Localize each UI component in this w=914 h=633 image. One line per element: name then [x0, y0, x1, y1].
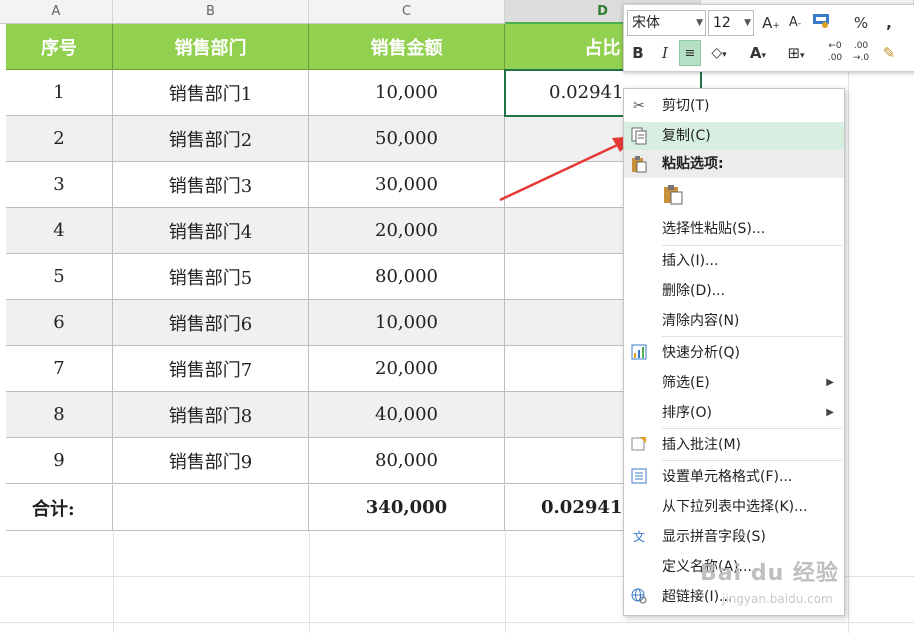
- increase-decimal-icon[interactable]: ←0.00: [824, 40, 846, 66]
- menu-item-insert-comment[interactable]: 插入批注(M): [624, 431, 844, 459]
- fill-color-icon[interactable]: ◇▾: [708, 40, 730, 66]
- comment-icon: [630, 436, 648, 454]
- format-painter-icon[interactable]: ✎: [878, 40, 900, 66]
- increase-font-icon[interactable]: A+: [760, 10, 782, 36]
- menu-item-format-cells[interactable]: 设置单元格格式(F)...: [624, 463, 844, 491]
- percent-button[interactable]: %: [850, 10, 872, 36]
- chevron-right-icon: ▶: [826, 377, 834, 388]
- menu-section-paste-options: 粘贴选项:: [624, 150, 844, 178]
- menu-item-insert[interactable]: 插入(I)...: [624, 247, 844, 275]
- context-menu: ✂ 剪切(T) 复制(C) 粘贴选项: 选择性粘贴(S)... 插入(I)...…: [623, 88, 845, 616]
- watermark-url: jingyan.baidu.com: [722, 592, 833, 606]
- chevron-down-icon: ▼: [744, 18, 751, 28]
- menu-separator: [662, 336, 842, 337]
- align-center-icon[interactable]: ≡: [679, 40, 701, 66]
- menu-item-pick-from-list[interactable]: 从下拉列表中选择(K)...: [624, 493, 844, 521]
- decrease-font-icon[interactable]: A-: [784, 10, 806, 36]
- quick-analysis-icon: [630, 344, 648, 362]
- copy-icon: [630, 127, 648, 145]
- chevron-down-icon: ▼: [696, 18, 703, 28]
- menu-item-sort[interactable]: 排序(O) ▶: [624, 399, 844, 427]
- paste-button[interactable]: [662, 183, 684, 205]
- font-name-value: 宋体: [632, 15, 660, 31]
- format-cells-icon: [630, 468, 648, 486]
- bold-icon[interactable]: B: [627, 40, 649, 66]
- paste-icon: [630, 155, 648, 173]
- menu-item-quick-analysis[interactable]: 快速分析(Q): [624, 339, 844, 367]
- font-color-icon[interactable]: A▾: [747, 40, 769, 66]
- mini-toolbar: 宋体 ▼ 12 ▼ A+ A- % , B I ≡ ◇▾ A▾ ⊞▾ ←0.00…: [623, 4, 914, 72]
- menu-separator: [662, 460, 842, 461]
- font-size-select[interactable]: 12 ▼: [708, 10, 754, 36]
- hyperlink-icon: [630, 588, 648, 606]
- font-name-select[interactable]: 宋体 ▼: [627, 10, 706, 36]
- italic-icon[interactable]: I: [654, 40, 676, 66]
- menu-item-clear-contents[interactable]: 清除内容(N): [624, 307, 844, 335]
- menu-item-filter[interactable]: 筛选(E) ▶: [624, 369, 844, 397]
- menu-item-cut[interactable]: ✂ 剪切(T): [624, 92, 844, 120]
- thousands-separator-button[interactable]: ,: [878, 10, 900, 36]
- decrease-decimal-icon[interactable]: .00 →.0: [850, 40, 872, 66]
- menu-item-show-pinyin[interactable]: 文 显示拼音字段(S): [624, 523, 844, 551]
- menu-item-delete[interactable]: 删除(D)...: [624, 277, 844, 305]
- chevron-right-icon: ▶: [826, 407, 834, 418]
- menu-item-paste-special[interactable]: 选择性粘贴(S)...: [624, 215, 844, 243]
- scissors-icon: ✂: [633, 98, 645, 114]
- menu-separator: [662, 428, 842, 429]
- menu-item-copy[interactable]: 复制(C): [624, 122, 844, 150]
- borders-icon[interactable]: ⊞▾: [785, 40, 807, 66]
- currency-format-icon[interactable]: [810, 10, 832, 36]
- font-size-value: 12: [713, 15, 731, 31]
- menu-separator: [662, 245, 842, 246]
- pinyin-icon: 文: [632, 530, 645, 544]
- watermark-logo: Bai du 经验: [700, 561, 839, 586]
